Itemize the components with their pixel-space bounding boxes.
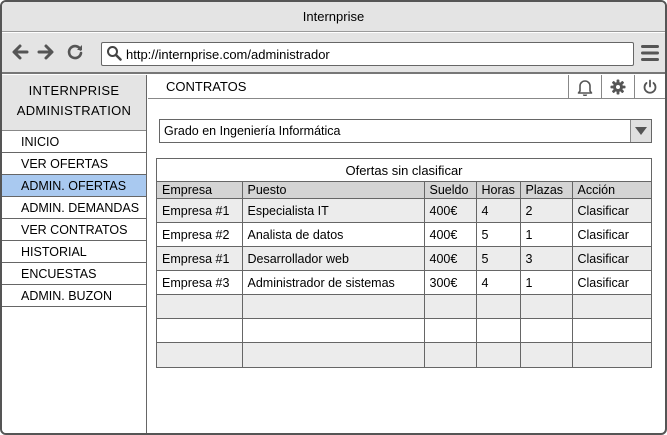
column-header-plazas: Plazas: [519, 182, 572, 199]
table-row-empty: [157, 318, 651, 343]
cell-horas: 4: [475, 198, 520, 223]
cell-sueldo: 400€: [423, 246, 476, 271]
gear-icon[interactable]: [601, 75, 634, 99]
table-row-empty: [157, 294, 651, 319]
column-header-puesto: Puesto: [241, 182, 424, 199]
table-caption: Ofertas sin clasificar: [157, 159, 651, 182]
cell-horas: 4: [475, 270, 520, 295]
power-icon[interactable]: [634, 75, 665, 99]
browser-toolbar: [2, 33, 665, 74]
offers-table-panel: Ofertas sin clasificar Empresa Puesto Su…: [156, 158, 652, 368]
degree-select-value: Grado en Ingeniería Informática: [164, 124, 341, 138]
sidebar-item-ver-contratos[interactable]: VER CONTRATOS: [2, 219, 146, 241]
cell-sueldo: 400€: [423, 198, 476, 223]
sidebar-item-inicio[interactable]: INICIO: [2, 131, 146, 153]
column-header-empresa: Empresa: [157, 182, 242, 199]
table-row: Empresa #2 Analista de datos 400€ 5 1 Cl…: [157, 222, 651, 247]
hamburger-menu-icon[interactable]: [640, 43, 660, 63]
page-title: CONTRATOS: [166, 79, 247, 94]
column-header-accion: Acción: [571, 182, 651, 199]
cell-empresa: Empresa #1: [157, 246, 242, 271]
address-bar[interactable]: [101, 42, 634, 66]
classify-link[interactable]: Clasificar: [571, 222, 651, 247]
cell-puesto: Administrador de sistemas: [241, 270, 424, 295]
cell-empresa: Empresa #1: [157, 198, 242, 223]
cell-sueldo: 400€: [423, 222, 476, 247]
column-header-sueldo: Sueldo: [423, 182, 476, 199]
classify-link[interactable]: Clasificar: [571, 198, 651, 223]
sidebar-header: INTERNPRISE ADMINISTRATION: [2, 75, 146, 131]
window-titlebar: Internprise: [2, 2, 665, 32]
bell-icon[interactable]: [568, 75, 601, 99]
browser-window: Internprise INTERNPRISE ADMINISTRATION I…: [0, 0, 667, 435]
cell-horas: 5: [475, 246, 520, 271]
cell-sueldo: 300€: [423, 270, 476, 295]
table-row: Empresa #1 Especialista IT 400€ 4 2 Clas…: [157, 198, 651, 223]
cell-horas: 5: [475, 222, 520, 247]
sidebar-item-admin-buzon[interactable]: ADMIN. BUZON: [2, 285, 146, 307]
sidebar-item-encuestas[interactable]: ENCUESTAS: [2, 263, 146, 285]
classify-link[interactable]: Clasificar: [571, 246, 651, 271]
chevron-down-icon[interactable]: [630, 120, 651, 142]
arrow-right-icon[interactable]: [36, 42, 56, 62]
arrow-left-icon[interactable]: [10, 42, 30, 62]
table-row-empty: [157, 342, 651, 367]
sidebar: INTERNPRISE ADMINISTRATION INICIO VER OF…: [2, 75, 147, 433]
cell-plazas: 1: [519, 270, 572, 295]
reload-icon[interactable]: [65, 42, 85, 62]
app-subtitle: ADMINISTRATION: [16, 103, 132, 118]
sidebar-item-ver-ofertas[interactable]: VER OFERTAS: [2, 153, 146, 175]
content-topbar: CONTRATOS: [148, 75, 665, 99]
offers-table: Empresa Puesto Sueldo Horas Plazas Acció…: [157, 182, 651, 367]
table-row: Empresa #1 Desarrollador web 400€ 5 3 Cl…: [157, 246, 651, 271]
cell-empresa: Empresa #2: [157, 222, 242, 247]
sidebar-item-historial[interactable]: HISTORIAL: [2, 241, 146, 263]
cell-plazas: 3: [519, 246, 572, 271]
main-content: CONTRATOS Grado en Ingeniería Informátic…: [148, 75, 665, 433]
cell-puesto: Analista de datos: [241, 222, 424, 247]
cell-puesto: Desarrollador web: [241, 246, 424, 271]
sidebar-item-admin-demandas[interactable]: ADMIN. DEMANDAS: [2, 197, 146, 219]
cell-plazas: 2: [519, 198, 572, 223]
column-header-horas: Horas: [475, 182, 520, 199]
app-name: INTERNPRISE: [28, 83, 120, 98]
table-header-row: Empresa Puesto Sueldo Horas Plazas Acció…: [157, 182, 651, 199]
cell-empresa: Empresa #3: [157, 270, 242, 295]
classify-link[interactable]: Clasificar: [571, 270, 651, 295]
url-input[interactable]: [126, 46, 616, 62]
search-icon: [106, 45, 122, 64]
window-title: Internprise: [302, 9, 365, 24]
cell-plazas: 1: [519, 222, 572, 247]
table-row: Empresa #3 Administrador de sistemas 300…: [157, 270, 651, 295]
degree-select[interactable]: Grado en Ingeniería Informática: [159, 119, 652, 143]
cell-puesto: Especialista IT: [241, 198, 424, 223]
sidebar-item-admin-ofertas[interactable]: ADMIN. OFERTAS: [2, 175, 146, 197]
